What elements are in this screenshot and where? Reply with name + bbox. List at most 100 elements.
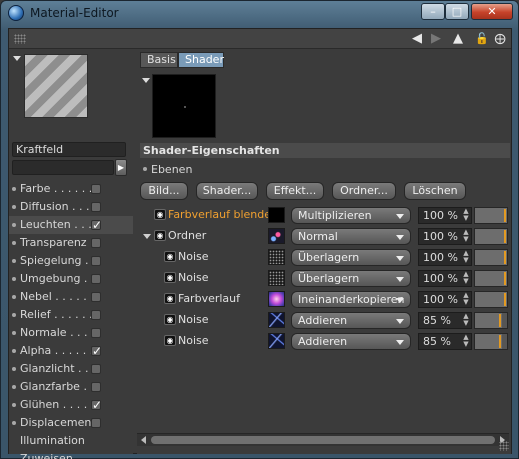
layer-name[interactable]: Farbverlauf blende [168, 208, 271, 221]
minimize-button[interactable]: – [421, 3, 445, 20]
shader-button[interactable]: Shader... [196, 182, 258, 200]
material-name-field[interactable]: Kraftfeld [12, 142, 126, 157]
opacity-slider[interactable] [474, 228, 508, 245]
channel-item[interactable]: Transparenz [9, 234, 133, 252]
channel-checkbox[interactable] [91, 202, 101, 212]
layer-name[interactable]: Ordner [168, 229, 206, 242]
visibility-eye-icon[interactable]: ◉ [164, 293, 176, 304]
shader-preview-menu-icon[interactable] [142, 78, 150, 83]
opacity-slider[interactable] [474, 249, 508, 266]
arrow-right-icon[interactable]: ▶ [428, 31, 444, 47]
blend-mode-dropdown[interactable]: Überlagern [291, 270, 411, 287]
channel-checkbox[interactable] [91, 274, 101, 284]
opacity-spinner-icon[interactable]: ▲ ▼ [462, 229, 470, 243]
title-bar[interactable]: Material-Editor – □ ✕ [1, 1, 518, 25]
slider-handle[interactable] [504, 230, 506, 243]
tab-shader[interactable]: Shader [178, 52, 224, 68]
preview-menu-icon[interactable] [13, 56, 21, 61]
lock-icon[interactable]: 🔓 [474, 31, 490, 47]
blend-mode-dropdown[interactable]: Ineinanderkopieren [291, 291, 411, 308]
layer-name[interactable]: Noise [178, 334, 209, 347]
slider-handle[interactable] [504, 251, 506, 264]
visibility-eye-icon[interactable]: ◉ [164, 251, 176, 262]
slider-handle[interactable] [499, 314, 502, 327]
maximize-button[interactable]: □ [445, 3, 469, 20]
opacity-slider[interactable] [474, 312, 508, 329]
opacity-spinner-icon[interactable]: ▲ ▼ [462, 271, 470, 285]
channel-checkbox[interactable] [91, 382, 101, 392]
material-extra-field[interactable] [12, 160, 114, 175]
image-button[interactable]: Bild... [140, 182, 188, 200]
channel-item[interactable]: Zuweisen [9, 450, 133, 459]
channel-item[interactable]: Umgebung . . [9, 270, 133, 288]
channel-item[interactable]: Alpha . . . . . . ✓ [9, 342, 133, 360]
layer-name[interactable]: Farbverlauf [178, 292, 240, 305]
folder-expand-icon[interactable] [143, 234, 151, 239]
channel-item[interactable]: Leuchten . . . . ✓ [9, 216, 133, 234]
slider-handle[interactable] [504, 272, 506, 285]
channel-item[interactable]: Displacement [9, 414, 133, 432]
layer-row[interactable]: ◉ Noise Addieren 85 % ▲ ▼ [140, 331, 510, 352]
channel-checkbox[interactable] [91, 184, 101, 194]
channel-checkbox[interactable] [91, 418, 101, 428]
new-window-icon[interactable]: ⨁ [492, 31, 508, 47]
scroll-thumb[interactable] [151, 436, 495, 444]
channel-item[interactable]: Spiegelung . . [9, 252, 133, 270]
layer-row[interactable]: ◉ Noise Überlagern 100 % ▲ ▼ [140, 268, 510, 289]
layer-row[interactable]: ◉ Noise Überlagern 100 % ▲ ▼ [140, 247, 510, 268]
opacity-spinner-icon[interactable]: ▲ ▼ [462, 208, 470, 222]
grip-icon[interactable] [14, 34, 26, 44]
visibility-eye-icon[interactable]: ◉ [164, 335, 176, 346]
channel-item[interactable]: Farbe . . . . . . [9, 180, 133, 198]
tab-basis[interactable]: Basis [140, 52, 178, 68]
layer-row[interactable]: ◉ Farbverlauf blende Multiplizieren 100 % ▲ ▼ [140, 205, 510, 226]
material-field-arrow-button[interactable]: ▶ [115, 159, 127, 176]
layer-row[interactable]: ◉ Farbverlauf Ineinanderkopieren 100 % ▲ ▼ [140, 289, 510, 310]
channel-item[interactable]: Illumination [9, 432, 133, 450]
channel-checkbox[interactable] [91, 310, 101, 320]
layer-row[interactable]: ◉ Noise Addieren 85 % ▲ ▼ [140, 310, 510, 331]
visibility-eye-icon[interactable]: ◉ [164, 272, 176, 283]
visibility-eye-icon[interactable]: ◉ [154, 230, 166, 241]
opacity-slider[interactable] [474, 270, 508, 287]
blend-mode-dropdown[interactable]: Addieren [291, 333, 411, 350]
blend-mode-dropdown[interactable]: Multiplizieren [291, 207, 411, 224]
folder-button[interactable]: Ordner... [332, 182, 396, 200]
opacity-spinner-icon[interactable]: ▲ ▼ [462, 334, 470, 348]
scroll-left-icon[interactable] [141, 436, 146, 444]
effect-button[interactable]: Effekt... [266, 182, 324, 200]
layer-row[interactable]: ◉ Ordner Normal 100 % ▲ ▼ [140, 226, 510, 247]
channel-checkbox[interactable] [91, 238, 101, 248]
layer-name[interactable]: Noise [178, 313, 209, 326]
channel-checkbox[interactable] [91, 364, 101, 374]
slider-handle[interactable] [504, 209, 506, 222]
delete-button[interactable]: Löschen [404, 182, 466, 200]
visibility-eye-icon[interactable]: ◉ [154, 209, 166, 220]
blend-mode-dropdown[interactable]: Normal [291, 228, 411, 245]
channel-item[interactable]: Normale . . . . [9, 324, 133, 342]
blend-mode-dropdown[interactable]: Überlagern [291, 249, 411, 266]
arrow-up-icon[interactable]: ▲ [450, 31, 466, 47]
opacity-spinner-icon[interactable]: ▲ ▼ [462, 292, 470, 306]
channel-checkbox[interactable]: ✓ [91, 219, 102, 231]
opacity-slider[interactable] [474, 207, 508, 224]
arrow-left-icon[interactable]: ◀ [409, 31, 425, 47]
channel-checkbox[interactable] [91, 328, 101, 338]
close-button[interactable]: ✕ [471, 3, 513, 20]
blend-mode-dropdown[interactable]: Addieren [291, 312, 411, 329]
layer-name[interactable]: Noise [178, 250, 209, 263]
channel-checkbox[interactable] [91, 256, 101, 266]
channel-item[interactable]: Relief . . . . . . [9, 306, 133, 324]
channel-item[interactable]: Diffusion . . . . [9, 198, 133, 216]
opacity-slider[interactable] [474, 333, 508, 350]
channel-item[interactable]: Glühen . . . . . ✓ [9, 396, 133, 414]
slider-handle[interactable] [499, 335, 502, 348]
channel-item[interactable]: Glanzlicht . . . [9, 360, 133, 378]
opacity-spinner-icon[interactable]: ▲ ▼ [462, 313, 470, 327]
visibility-eye-icon[interactable]: ◉ [164, 314, 176, 325]
channel-item[interactable]: Nebel . . . . . . [9, 288, 133, 306]
channel-item[interactable]: Glanzfarbe . . [9, 378, 133, 396]
channel-checkbox[interactable] [91, 292, 101, 302]
horizontal-scrollbar[interactable] [137, 433, 509, 446]
opacity-slider[interactable] [474, 291, 508, 308]
